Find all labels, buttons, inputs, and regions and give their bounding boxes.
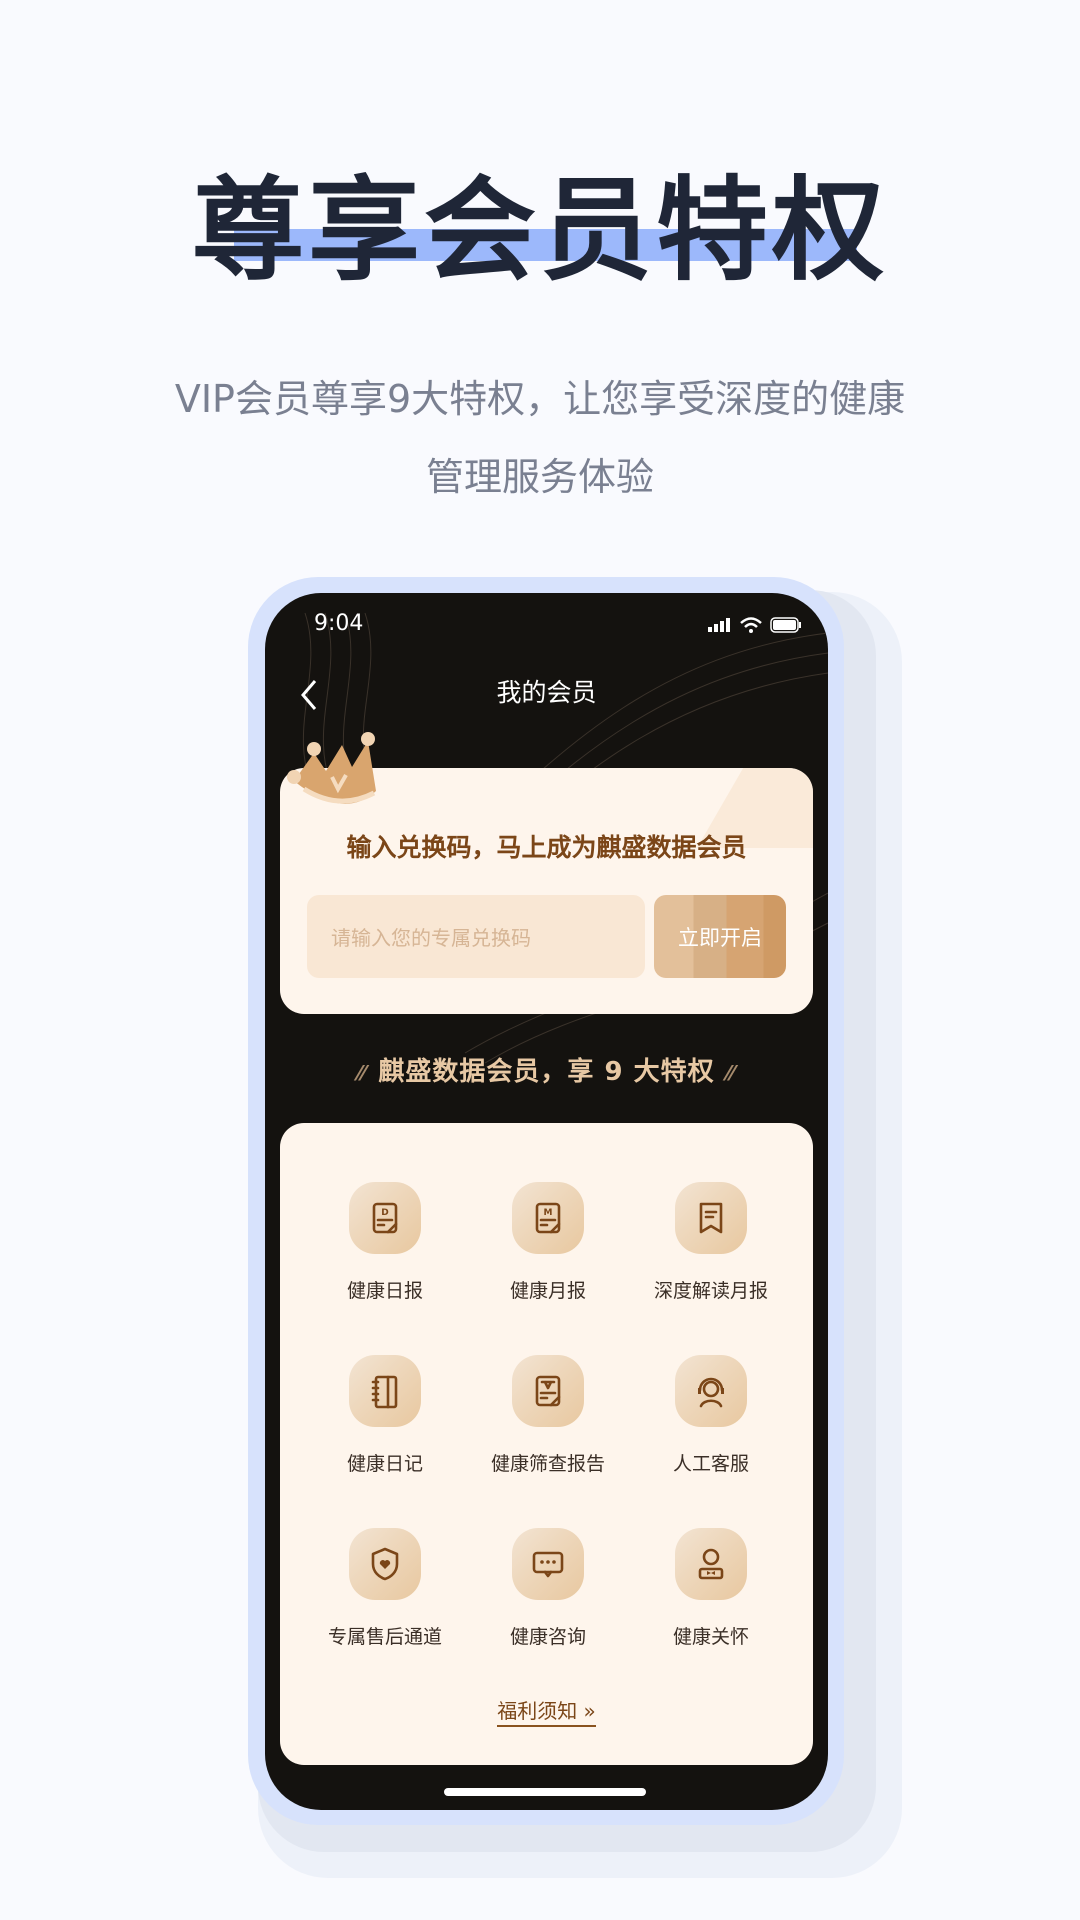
benefit-label: 人工客服	[672, 1453, 749, 1475]
benefit-item[interactable]: 深度解读月报	[626, 1182, 796, 1303]
benefit-icon-box: D	[349, 1182, 421, 1254]
signal-icon	[708, 618, 730, 632]
svg-text:D: D	[381, 1208, 388, 1218]
wifi-icon	[740, 617, 762, 633]
screening-report-icon	[535, 1375, 561, 1407]
benefit-icon-box: M	[512, 1182, 584, 1254]
benefits-card: 福利须知 » D 健康日报 M 健康月报 深度解读月报健康日记 健康筛查报告 人工客服专属售…	[280, 1123, 813, 1765]
shield-heart-icon	[371, 1547, 399, 1581]
benefit-icon-box	[512, 1528, 584, 1600]
benefits-caption: ⁄⁄ 麒盛数据会员，享 9 大特权 ⁄⁄	[265, 1051, 828, 1088]
battery-icon	[770, 617, 801, 633]
benefit-label: 专属售后通道	[327, 1626, 442, 1648]
benefit-label: 健康日报	[346, 1280, 423, 1302]
notebook-icon	[371, 1375, 398, 1409]
svg-text:M: M	[544, 1208, 553, 1218]
benefit-item[interactable]: 人工客服	[626, 1355, 796, 1476]
subtitle-line-1: VIP会员尊享9大特权，让您享受深度的健康	[174, 377, 906, 421]
headset-agent-icon	[698, 1377, 724, 1408]
notice-label: 福利须知 »	[497, 1699, 596, 1727]
benefit-icon-box	[349, 1528, 421, 1600]
subtitle-line-2: 管理服务体验	[425, 455, 654, 499]
benefit-item[interactable]: 健康日记	[300, 1355, 470, 1476]
benefit-icon-box	[675, 1182, 747, 1254]
benefit-label: 健康筛查报告	[490, 1453, 605, 1475]
benefit-item[interactable]: 健康关怀	[626, 1528, 796, 1649]
benefit-label: 健康月报	[509, 1280, 586, 1302]
crown-icon	[287, 732, 376, 804]
bookmark-report-icon	[699, 1202, 723, 1234]
redeem-code-input[interactable]: 请输入您的专属兑换码	[307, 895, 645, 978]
activate-button[interactable]: 立即开启	[654, 895, 786, 978]
status-icons	[708, 617, 802, 633]
benefit-label: 健康咨询	[509, 1626, 586, 1648]
chat-bubble-icon	[532, 1551, 564, 1578]
home-indicator[interactable]	[444, 1788, 646, 1796]
benefit-label: 深度解读月报	[653, 1280, 768, 1302]
benefit-item[interactable]: 健康咨询	[463, 1528, 633, 1649]
benefit-item[interactable]: M 健康月报	[463, 1182, 633, 1303]
benefit-item[interactable]: 专属售后通道	[300, 1528, 470, 1649]
benefit-icon-box	[512, 1355, 584, 1427]
phone-screen: 9:04 我的会员 输入兑换码，马上成为麒盛数据会员 请输入您的专属兑换码 立即…	[265, 593, 828, 1810]
monthly-report-icon: M	[535, 1202, 561, 1234]
benefit-icon-box	[349, 1355, 421, 1427]
benefit-icon-box	[675, 1355, 747, 1427]
benefit-label: 健康日记	[346, 1453, 423, 1475]
page-subtitle: VIP会员尊享9大特权，让您享受深度的健康 管理服务体验	[0, 360, 1080, 516]
benefit-label: 健康关怀	[672, 1626, 749, 1648]
benefit-item[interactable]: D 健康日报	[300, 1182, 470, 1303]
benefit-notice-link[interactable]: 福利须知 »	[280, 1695, 813, 1727]
daily-report-icon: D	[372, 1202, 398, 1234]
nav-title: 我的会员	[496, 678, 597, 707]
person-bowtie-icon	[698, 1548, 724, 1580]
page-title: 尊享会员特权	[192, 166, 888, 296]
quote-right-icon: ⁄⁄	[726, 1061, 736, 1085]
quote-left-icon: ⁄⁄	[357, 1061, 367, 1085]
benefit-item[interactable]: 健康筛查报告	[463, 1355, 633, 1476]
caption-text: 麒盛数据会员，享 9 大特权	[378, 1057, 715, 1087]
status-time: 9:04	[314, 611, 364, 636]
benefit-icon-box	[675, 1528, 747, 1600]
redeem-title: 输入兑换码，马上成为麒盛数据会员	[346, 833, 747, 862]
